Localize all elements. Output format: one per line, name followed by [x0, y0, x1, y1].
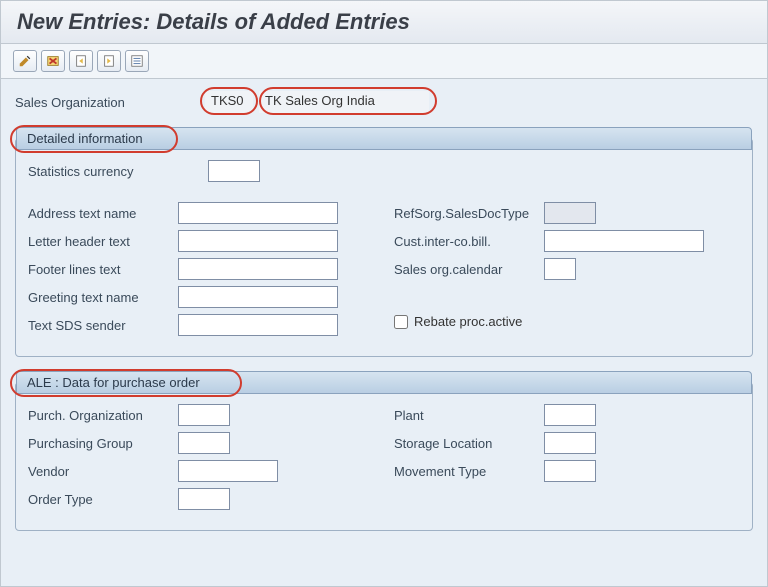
sales-org-desc: TK Sales Org India	[259, 91, 429, 113]
address-text-input[interactable]	[178, 202, 338, 224]
ale-col-right: Plant Storage Location Movement Type	[394, 404, 740, 516]
page-title: New Entries: Details of Added Entries	[17, 9, 751, 35]
footer-lines-input[interactable]	[178, 258, 338, 280]
prev-page-button[interactable]	[69, 50, 93, 72]
vendor-label: Vendor	[28, 464, 178, 479]
address-text-label: Address text name	[28, 206, 178, 221]
ale-legend: ALE : Data for purchase order	[16, 371, 752, 394]
ale-cols: Purch. Organization Purchasing Group Ven…	[28, 404, 740, 516]
prev-page-icon	[74, 54, 88, 68]
greeting-label: Greeting text name	[28, 290, 178, 305]
rebate-checkbox[interactable]	[394, 315, 408, 329]
cust-inter-input[interactable]	[544, 230, 704, 252]
greeting-input[interactable]	[178, 286, 338, 308]
storage-loc-input[interactable]	[544, 432, 596, 454]
edit-pencil-button[interactable]	[13, 50, 37, 72]
storage-loc-label: Storage Location	[394, 436, 544, 451]
rebate-row: Rebate proc.active	[394, 314, 740, 329]
footer-lines-label: Footer lines text	[28, 262, 178, 277]
order-type-input[interactable]	[178, 488, 230, 510]
purch-group-input[interactable]	[178, 432, 230, 454]
purch-org-label: Purch. Organization	[28, 408, 178, 423]
next-page-button[interactable]	[97, 50, 121, 72]
sales-org-label: Sales Organization	[15, 95, 205, 110]
ale-col-left: Purch. Organization Purchasing Group Ven…	[28, 404, 374, 516]
rebate-label: Rebate proc.active	[414, 314, 522, 329]
letter-header-input[interactable]	[178, 230, 338, 252]
edit-pencil-icon	[18, 54, 32, 68]
purch-group-label: Purchasing Group	[28, 436, 178, 451]
stats-currency-input[interactable]	[208, 160, 260, 182]
vendor-input[interactable]	[178, 460, 278, 482]
movement-type-label: Movement Type	[394, 464, 544, 479]
letter-header-label: Letter header text	[28, 234, 178, 249]
stats-currency-row: Statistics currency	[28, 160, 740, 182]
delete-row-icon	[46, 54, 60, 68]
sales-org-row: Sales Organization TKS0 TK Sales Org Ind…	[15, 91, 753, 113]
ref-sorg-label: RefSorg.SalesDocType	[394, 206, 544, 221]
plant-label: Plant	[394, 408, 544, 423]
detailed-info-legend: Detailed information	[16, 127, 752, 150]
sales-org-code: TKS0	[205, 91, 253, 113]
content-area: Sales Organization TKS0 TK Sales Org Ind…	[1, 79, 767, 543]
purch-org-input[interactable]	[178, 404, 230, 426]
plant-input[interactable]	[544, 404, 596, 426]
sales-org-cal-input[interactable]	[544, 258, 576, 280]
detailed-col-right: RefSorg.SalesDocType Cust.inter-co.bill.…	[394, 202, 740, 342]
detailed-col-left: Address text name Letter header text Foo…	[28, 202, 374, 342]
sales-org-cal-label: Sales org.calendar	[394, 262, 544, 277]
movement-type-input[interactable]	[544, 460, 596, 482]
delete-row-button[interactable]	[41, 50, 65, 72]
toolbar	[1, 44, 767, 79]
stats-currency-label: Statistics currency	[28, 164, 208, 179]
ref-sorg-input	[544, 202, 596, 224]
title-bar: New Entries: Details of Added Entries	[1, 1, 767, 44]
detailed-info-group: Detailed information Statistics currency…	[15, 127, 753, 357]
text-sds-input[interactable]	[178, 314, 338, 336]
list-icon	[130, 54, 144, 68]
cust-inter-label: Cust.inter-co.bill.	[394, 234, 544, 249]
order-type-label: Order Type	[28, 492, 178, 507]
list-button[interactable]	[125, 50, 149, 72]
next-page-icon	[102, 54, 116, 68]
text-sds-label: Text SDS sender	[28, 318, 178, 333]
detailed-cols: Address text name Letter header text Foo…	[28, 202, 740, 342]
ale-group: ALE : Data for purchase order Purch. Org…	[15, 371, 753, 531]
